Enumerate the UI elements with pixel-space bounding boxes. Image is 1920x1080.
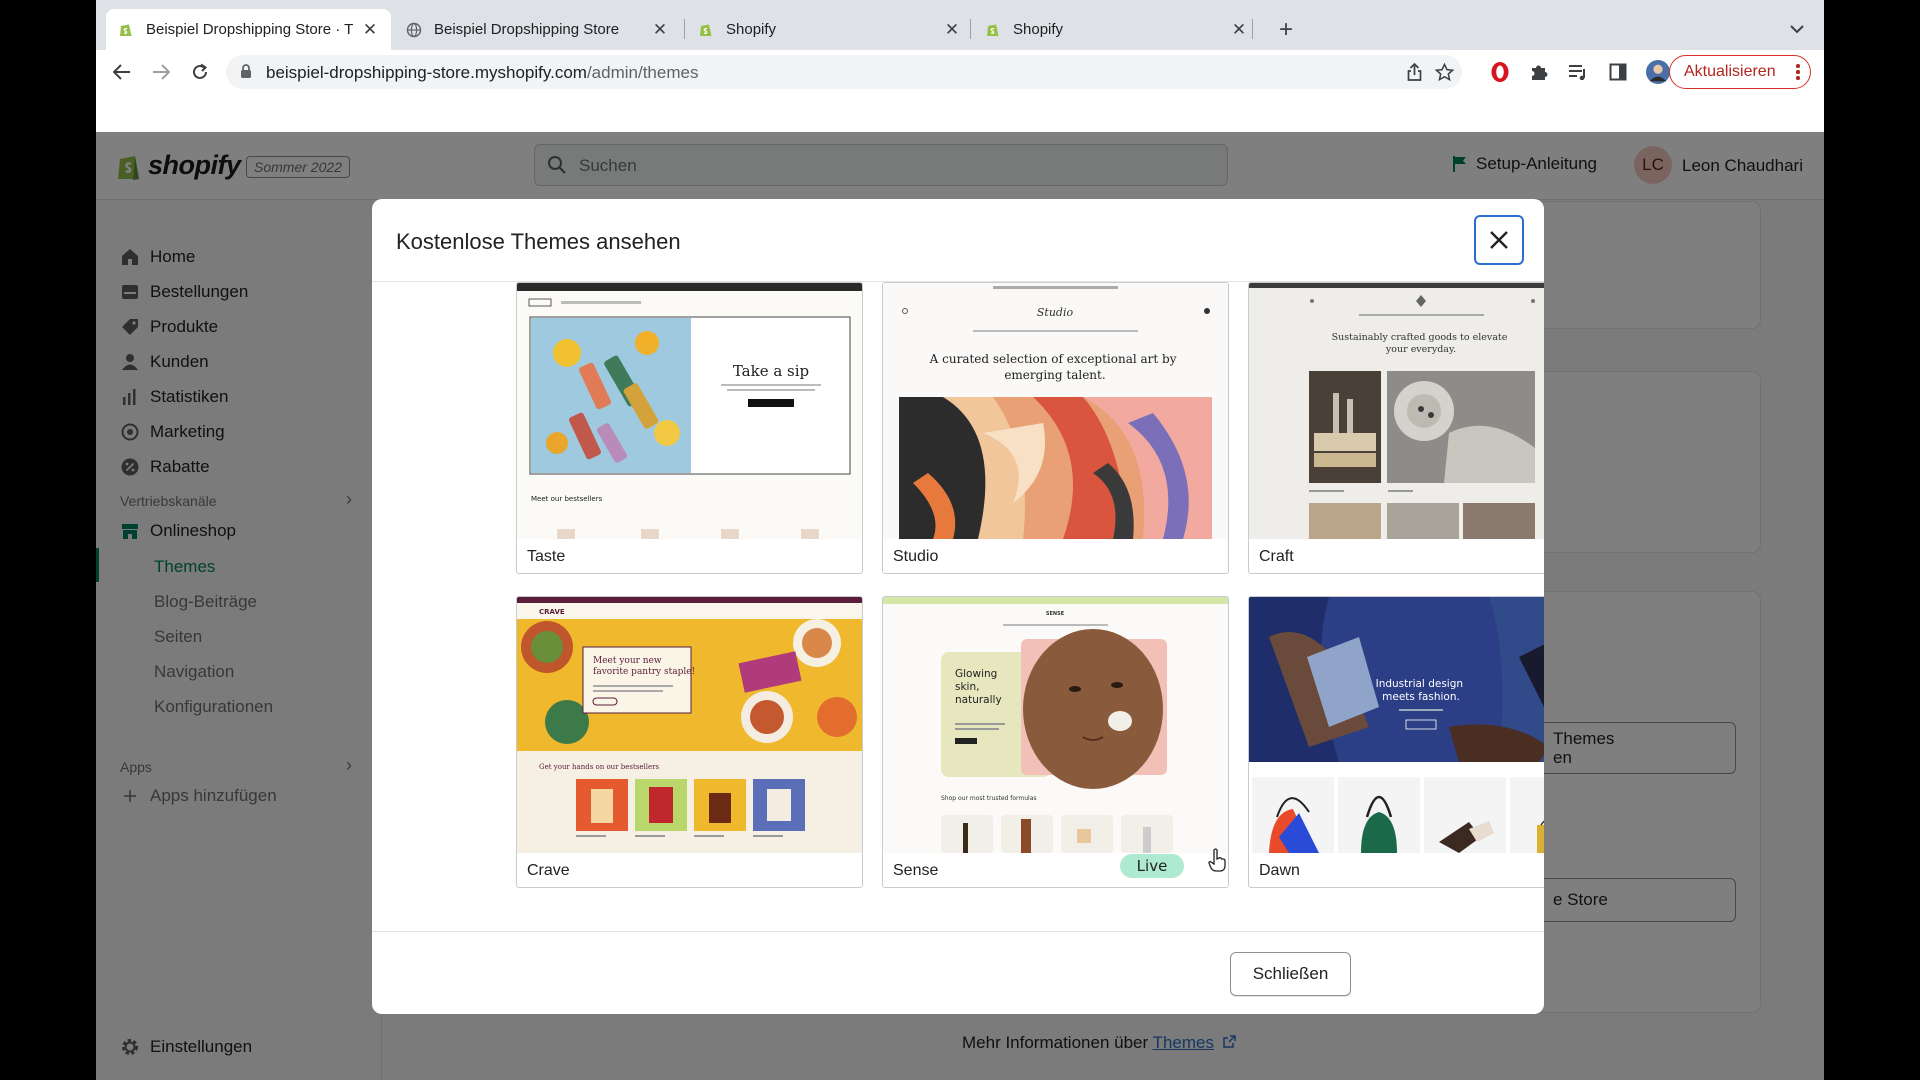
close-tab-icon[interactable]: ✕ [361, 20, 379, 39]
svg-text:SENSE: SENSE [1046, 611, 1065, 617]
preview-headline-l1: Meet your new [593, 656, 662, 666]
close-tab-icon[interactable]: ✕ [651, 20, 669, 39]
tab-store[interactable]: Beispiel Dropshipping Store ✕ [394, 9, 681, 50]
shopify-icon [700, 24, 712, 36]
theme-name: Taste [527, 548, 566, 565]
shopify-icon [987, 24, 999, 36]
tab-separator [1252, 19, 1253, 39]
theme-card-crave[interactable]: CRAVE Meet your new favorite pantry stap… [516, 596, 863, 888]
preview-sub: Shop our most trusted formulas [941, 795, 1037, 802]
theme-name: Sense [893, 862, 939, 879]
svg-text:Studio: Studio [1037, 306, 1074, 319]
url-text[interactable]: beispiel-dropshipping-store.myshopify.co… [266, 63, 698, 83]
close-tab-icon[interactable]: ✕ [1230, 20, 1248, 39]
hand-cursor-icon [1208, 848, 1226, 872]
tab-title: Shopify [726, 21, 777, 38]
theme-grid: Take a sip Meet our bestsellers Taste St… [372, 281, 1544, 932]
lock-icon [241, 64, 251, 78]
preview-headline-l2: skin, [955, 681, 979, 693]
theme-card-dawn[interactable]: Industrial design meets fashion. Dawn [1248, 596, 1544, 888]
preview-headline: Take a sip [733, 362, 809, 380]
update-browser-button[interactable]: Aktualisieren [1669, 55, 1811, 89]
live-badge-label: Live [1137, 857, 1168, 875]
shopify-icon [120, 24, 132, 36]
theme-preview-taste: Take a sip Meet our bestsellers [517, 283, 862, 539]
theme-name: Crave [527, 862, 570, 879]
tab-search-chevron-icon[interactable] [1786, 18, 1808, 40]
live-badge: Live [1120, 854, 1184, 878]
reload-icon[interactable] [186, 58, 214, 86]
free-themes-modal: Kostenlose Themes ansehen Take a sip Mee… [372, 199, 1544, 1014]
close-modal-button[interactable] [1474, 215, 1524, 265]
svg-text:Industrial design: Industrial design meets fashion. [1376, 678, 1467, 703]
more-vert-icon[interactable] [1796, 64, 1800, 82]
theme-card-taste[interactable]: Take a sip Meet our bestsellers Taste [516, 282, 863, 574]
tab-separator [684, 19, 685, 39]
share-icon[interactable] [1404, 62, 1424, 82]
close-button[interactable]: Schließen [1230, 952, 1351, 996]
modal-title: Kostenlose Themes ansehen [396, 229, 681, 254]
preview-headline-l1: Glowing [955, 668, 997, 680]
preview-headline-l3: naturally [955, 694, 1002, 706]
media-queue-icon[interactable] [1566, 60, 1590, 84]
theme-name: Craft [1259, 548, 1294, 565]
browser-toolbar: beispiel-dropshipping-store.myshopify.co… [96, 50, 1824, 94]
theme-card-studio[interactable]: Studio A curated selection of exceptiona… [882, 282, 1229, 574]
tab-title: Beispiel Dropshipping Store · T [146, 21, 354, 38]
preview-headline-l2: your everyday. [1385, 344, 1456, 355]
close-tab-icon[interactable]: ✕ [943, 20, 961, 39]
preview-sub: Meet our bestsellers [531, 495, 603, 503]
update-label: Aktualisieren [1684, 63, 1776, 80]
url-path: /admin/themes [586, 63, 699, 82]
theme-preview-sense: SENSE Glowing skin, naturally Shop our m… [883, 597, 1228, 853]
tab-themes[interactable]: Beispiel Dropshipping Store · T ✕ [106, 9, 391, 50]
profile-avatar-icon[interactable] [1646, 60, 1670, 84]
theme-preview-crave: CRAVE Meet your new favorite pantry stap… [517, 597, 862, 853]
globe-icon [406, 22, 422, 37]
back-arrow-icon[interactable] [108, 58, 136, 86]
tab-shopify-2[interactable]: Shopify ✕ [973, 9, 1260, 50]
forward-arrow-icon[interactable] [147, 58, 175, 86]
preview-headline-l1: Sustainably crafted goods to elevate [1332, 332, 1508, 343]
modal-footer [372, 932, 1544, 1014]
close-icon [1490, 231, 1508, 249]
theme-card-sense[interactable]: SENSE Glowing skin, naturally Shop our m… [882, 596, 1229, 888]
url-host: beispiel-dropshipping-store.myshopify.co… [266, 63, 587, 82]
new-tab-button[interactable]: + [1272, 16, 1300, 44]
preview-headline-l1: Industrial design [1376, 678, 1463, 690]
star-icon[interactable] [1434, 62, 1454, 82]
theme-name: Studio [893, 548, 939, 565]
tab-title: Beispiel Dropshipping Store [434, 21, 620, 38]
opera-extension-icon[interactable] [1488, 60, 1512, 84]
puzzle-extension-icon[interactable] [1527, 60, 1551, 84]
preview-headline-l2: emerging talent. [1004, 368, 1105, 382]
tab-strip: Beispiel Dropshipping Store · T ✕ Beispi… [96, 0, 1824, 50]
address-bar[interactable]: beispiel-dropshipping-store.myshopify.co… [226, 55, 1462, 89]
theme-name: Dawn [1259, 862, 1300, 879]
preview-headline-l2: favorite pantry staple! [593, 667, 695, 677]
preview-headline-l2: meets fashion. [1382, 691, 1460, 703]
preview-headline-l1: A curated selection of exceptional art b… [929, 352, 1177, 366]
browser-window: Beispiel Dropshipping Store · T ✕ Beispi… [96, 0, 1824, 1080]
preview-sub: Get your hands on our bestsellers [539, 763, 659, 771]
tab-separator [970, 19, 971, 39]
svg-text:CRAVE: CRAVE [539, 608, 565, 616]
theme-card-craft[interactable]: Sustainably crafted goods to elevate you… [1248, 282, 1544, 574]
theme-preview-craft: Sustainably crafted goods to elevate you… [1249, 283, 1544, 539]
tab-shopify-1[interactable]: Shopify ✕ [686, 9, 973, 50]
theme-preview-dawn: Industrial design meets fashion. [1249, 597, 1544, 853]
tab-title: Shopify [1013, 21, 1064, 38]
theme-preview-studio: Studio A curated selection of exceptiona… [883, 283, 1228, 539]
side-panel-icon[interactable] [1606, 60, 1630, 84]
